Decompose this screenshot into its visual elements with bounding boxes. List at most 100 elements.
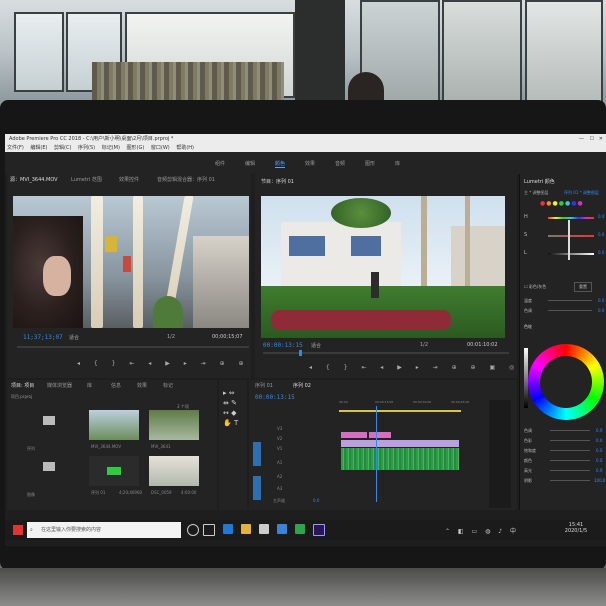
clip-v1[interactable] [341, 440, 459, 447]
hsl-range-marker[interactable] [568, 220, 570, 260]
program-zoom-select[interactable]: 1/2 [420, 342, 428, 348]
tab-info[interactable]: 信息 [111, 382, 121, 389]
wechat-icon[interactable] [295, 524, 305, 534]
menu-help[interactable]: 帮助(H) [176, 145, 194, 151]
audio-clip-a1[interactable] [341, 448, 459, 470]
menu-file[interactable]: 文件(F) [7, 145, 24, 151]
wheel-slider-track[interactable] [550, 450, 590, 451]
program-timecode[interactable]: 00:00:13:15 [263, 342, 303, 349]
wheel-slider-value[interactable]: 0.0 [596, 438, 602, 443]
hsl-l-slider[interactable] [548, 253, 594, 255]
tab-media-browser[interactable]: 媒体浏览器 [47, 382, 72, 389]
wheel-slider-value[interactable]: 0.0 [596, 468, 602, 473]
start-button[interactable] [13, 525, 23, 535]
hsl-l-value[interactable]: 0.0 [598, 250, 604, 255]
tab-audio-mixer[interactable]: 音频剪辑混合器：序列 01 [157, 176, 215, 183]
track-v3-label[interactable]: V3 [277, 426, 282, 431]
secondary-checkbox-label[interactable]: ☐ 彩色/灰色 [524, 284, 546, 290]
tab-effect-controls[interactable]: 效果控件 [119, 176, 139, 183]
close-icon[interactable]: ✕ [599, 134, 603, 144]
tab-project[interactable]: 项目: 项目 [11, 382, 34, 389]
system-tray-icons[interactable]: ⌃ ◧ ▭ ◍ ♪ 中 [445, 526, 519, 535]
menu-window[interactable]: 窗口(W) [151, 145, 170, 151]
image-thumbnail[interactable] [149, 456, 199, 486]
tab-effects[interactable]: 效果 [137, 382, 147, 389]
tab-libraries[interactable]: 库 [87, 382, 92, 389]
hsl-h-slider[interactable] [548, 217, 594, 219]
workspace-tab-graphics[interactable]: 图形 [365, 160, 375, 167]
tint-slider[interactable] [548, 310, 592, 311]
taskbar-clock[interactable]: 15:41 2020/1/5 [561, 522, 591, 534]
source-patch-video[interactable] [253, 442, 261, 466]
section-color-wheels[interactable]: 色轮 [524, 324, 532, 330]
menu-graphics[interactable]: 图形(G) [127, 145, 145, 151]
wheel-slider-value[interactable]: 100.0 [594, 478, 605, 483]
secondary-reset-button[interactable]: 重置 [574, 282, 592, 292]
tab-source[interactable]: 源：MVI_3644.MOV [10, 176, 58, 183]
tab-program[interactable]: 节目：序列 01 [261, 178, 294, 185]
source-fit-select[interactable]: 适合 [69, 334, 79, 341]
timeline-playhead[interactable] [376, 406, 377, 502]
track-v1-label[interactable]: V1 [277, 446, 282, 451]
minimize-icon[interactable]: — [579, 134, 584, 144]
program-transport-controls[interactable]: ◂ { } ⇤ ◂ ▶ ▸ ⇥ ⊕ ⊕ ▣ ◎ [309, 364, 520, 371]
workspace-tab-effects[interactable]: 效果 [305, 160, 315, 167]
maximize-icon[interactable]: ☐ [590, 134, 594, 144]
file-explorer-icon[interactable] [241, 524, 251, 534]
track-a1-label[interactable]: A1 [277, 460, 282, 465]
track-v2-label[interactable]: V2 [277, 436, 282, 441]
workspace-tab-audio[interactable]: 音频 [335, 160, 345, 167]
premiere-pro-icon[interactable] [313, 524, 325, 536]
track-a2-label[interactable]: A2 [277, 474, 282, 479]
temperature-value[interactable]: 0.0 [598, 298, 604, 303]
clip-v2[interactable] [369, 432, 391, 438]
hsl-s-slider[interactable] [548, 235, 594, 237]
wheel-slider-value[interactable]: 0.0 [596, 428, 602, 433]
cortana-icon[interactable] [187, 524, 199, 536]
master-track-value[interactable]: 0.0 [313, 498, 319, 503]
source-video-frame[interactable] [13, 196, 249, 328]
tool-icons[interactable]: ▸ ⇔ ⇹ ✎ ↔ ◆ ✋ T [223, 388, 238, 428]
media-thumbnail[interactable] [89, 410, 139, 440]
menu-clip[interactable]: 剪辑(C) [54, 145, 71, 151]
workspace-tab-editing[interactable]: 编辑 [245, 160, 255, 167]
taskbar-search-box[interactable]: ⌕ 在这里输入你要搜索的内容 [27, 522, 181, 538]
wheel-slider-track[interactable] [550, 470, 590, 471]
wheel-slider-value[interactable]: 0.0 [596, 448, 602, 453]
source-patch-audio[interactable] [253, 476, 261, 500]
hsl-h-value[interactable]: 0.0 [598, 214, 604, 219]
wheel-slider-track[interactable] [550, 480, 590, 481]
color-swatches[interactable]: ●●●●●●● [540, 200, 584, 207]
source-zoom-select[interactable]: 1/2 [167, 334, 175, 340]
workspace-tab-libraries[interactable]: 库 [395, 160, 400, 167]
clip-v2[interactable] [341, 432, 367, 438]
source-scrubber[interactable] [17, 346, 249, 348]
track-a3-label[interactable]: A3 [277, 486, 282, 491]
tab-sequence-02[interactable]: 序列 02 [293, 382, 311, 389]
color-wheel[interactable] [528, 344, 604, 420]
wheel-slider-track[interactable] [550, 460, 590, 461]
workspace-tab-assembly[interactable]: 组件 [215, 160, 225, 167]
edge-icon[interactable] [223, 524, 233, 534]
tab-markers[interactable]: 标记 [163, 382, 173, 389]
media-thumbnail[interactable] [149, 410, 199, 440]
temperature-slider[interactable] [548, 300, 592, 301]
work-area-bar[interactable] [339, 410, 461, 412]
menu-edit[interactable]: 编辑(E) [30, 145, 47, 151]
source-timecode[interactable]: 11;37;13;07 [23, 334, 63, 341]
task-view-icon[interactable] [203, 524, 215, 536]
wheel-slider-value[interactable]: 0.0 [596, 458, 602, 463]
hsl-s-value[interactable]: 0.0 [598, 232, 604, 237]
mail-icon[interactable] [277, 524, 287, 534]
store-icon[interactable] [259, 524, 269, 534]
workspace-tab-color[interactable]: 颜色 [275, 160, 286, 168]
program-fit-select[interactable]: 适合 [311, 342, 321, 349]
timeline-timecode[interactable]: 00:00:13:15 [255, 394, 295, 401]
menu-sequence[interactable]: 序列(S) [78, 145, 95, 151]
menu-marker[interactable]: 标记(M) [102, 145, 120, 151]
program-playhead[interactable] [299, 350, 302, 356]
timeline-ruler[interactable]: 00:00 00:00:15:00 00:00:30:00 00:00:45:0… [339, 400, 489, 406]
tab-sequence-01[interactable]: 序列 01 [255, 382, 273, 389]
lumetri-sequence-label[interactable]: 序列 01 * 调整图层 [564, 190, 599, 196]
tab-lumetri-scopes[interactable]: Lumetri 范围 [71, 176, 102, 183]
